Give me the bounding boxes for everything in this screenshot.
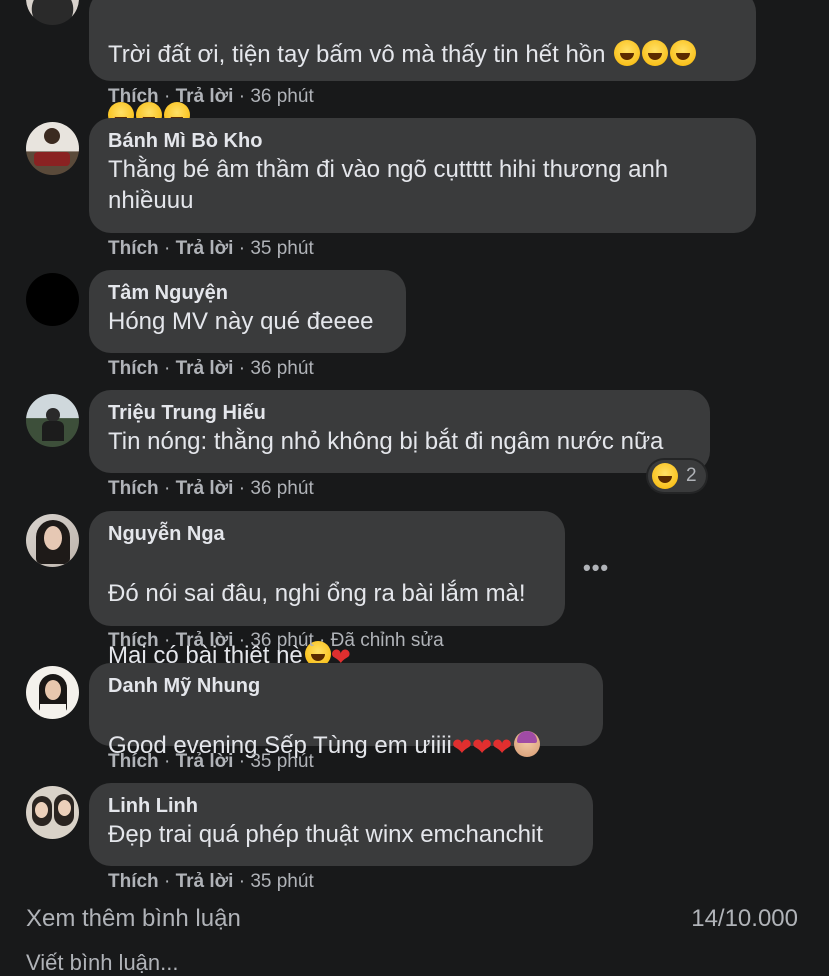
comment-author[interactable]: Danh Mỹ Nhung xyxy=(108,673,583,699)
heart-emoji-icon: ❤ xyxy=(492,734,513,761)
write-comment-input[interactable]: Viết bình luận... xyxy=(26,950,179,976)
avatar[interactable] xyxy=(26,273,79,326)
timestamp[interactable]: 36 phút xyxy=(250,630,313,651)
laughing-reaction-icon xyxy=(652,463,678,489)
timestamp[interactable]: 36 phút xyxy=(250,478,313,499)
comment-bubble: Nguyễn Nga Đó nói sai đâu, nghi ổng ra b… xyxy=(89,511,565,671)
person-emoji-icon xyxy=(514,731,541,757)
laughing-emoji-icon xyxy=(670,40,697,66)
like-button[interactable]: Thích xyxy=(108,358,159,379)
comment-actions: Thích · Trả lời · 35 phút xyxy=(108,238,314,259)
comment-author[interactable]: Nguyễn Nga xyxy=(108,521,545,547)
like-button[interactable]: Thích xyxy=(108,86,159,107)
comment-text: Trời đất ơi, tiện tay bấm vô mà thấy tin… xyxy=(108,8,736,136)
laughing-emoji-icon xyxy=(614,40,641,66)
comment-actions: Thích · Trả lời · 36 phút xyxy=(108,478,314,499)
comment-text: Đó nói sai đâu, nghi ổng ra bài lắm mà! … xyxy=(108,580,526,671)
comment-text: Đẹp trai quá phép thuật winx emchanchit xyxy=(108,821,543,848)
comment-actions: Thích · Trả lời · 36 phút xyxy=(108,86,314,107)
comment-actions: Thích · Trả lời · 35 phút xyxy=(108,871,314,892)
avatar[interactable] xyxy=(26,786,79,839)
comment-bubble: Bánh Mì Bò Kho Thằng bé âm thầm đi vào n… xyxy=(89,118,756,233)
comment-text: Hóng MV này qué đeeee xyxy=(108,308,374,335)
reply-button[interactable]: Trả lời xyxy=(176,630,234,651)
timestamp[interactable]: 35 phút xyxy=(250,238,313,259)
like-button[interactable]: Thích xyxy=(108,630,159,651)
more-options-button[interactable]: ••• xyxy=(583,555,609,581)
heart-emoji-icon: ❤ xyxy=(451,734,472,761)
laughing-emoji-icon xyxy=(642,40,669,66)
reply-button[interactable]: Trả lời xyxy=(176,751,234,772)
reply-button[interactable]: Trả lời xyxy=(176,871,234,892)
like-button[interactable]: Thích xyxy=(108,238,159,259)
timestamp[interactable]: 35 phút xyxy=(250,751,313,772)
like-button[interactable]: Thích xyxy=(108,871,159,892)
comment-bubble: Triệu Trung Hiếu Tin nóng: thằng nhỏ khô… xyxy=(89,390,710,473)
timestamp[interactable]: 36 phút xyxy=(250,358,313,379)
reply-button[interactable]: Trả lời xyxy=(176,86,234,107)
comment-bubble: Danh Mỹ Nhung Good evening Sếp Tùng em ư… xyxy=(89,663,603,761)
comment-author[interactable]: Linh Linh xyxy=(108,793,573,819)
comment-actions: Thích · Trả lời · 36 phút xyxy=(108,358,314,379)
edited-label: Đã chỉnh sửa xyxy=(330,630,444,651)
heart-emoji-icon: ❤ xyxy=(471,734,493,761)
comment-actions: Thích · Trả lời · 36 phút · Đã chỉnh sửa xyxy=(108,630,444,651)
timestamp[interactable]: 36 phút xyxy=(250,86,313,107)
reply-button[interactable]: Trả lời xyxy=(176,358,234,379)
avatar[interactable] xyxy=(26,394,79,447)
comment-bubble: Trời đất ơi, tiện tay bấm vô mà thấy tin… xyxy=(89,0,756,136)
comment-bubble: Tâm Nguyện Hóng MV này qué đeeee xyxy=(89,270,406,353)
comment-author[interactable]: Triệu Trung Hiếu xyxy=(108,400,690,426)
reaction-summary[interactable]: 2 xyxy=(648,460,706,492)
avatar[interactable] xyxy=(26,122,79,175)
avatar[interactable] xyxy=(26,0,79,25)
comment-author[interactable]: Bánh Mì Bò Kho xyxy=(108,128,736,154)
comment-actions: Thích · Trả lời · 35 phút xyxy=(108,751,314,772)
comment-text: Thằng bé âm thầm đi vào ngõ cụttttt hihi… xyxy=(108,156,669,214)
reply-button[interactable]: Trả lời xyxy=(176,238,234,259)
reply-button[interactable]: Trả lời xyxy=(176,478,234,499)
avatar[interactable] xyxy=(26,514,79,567)
like-button[interactable]: Thích xyxy=(108,478,159,499)
comment-count: 14/10.000 xyxy=(691,905,798,932)
comment-author[interactable]: Tâm Nguyện xyxy=(108,280,386,306)
reaction-count: 2 xyxy=(686,465,697,486)
avatar[interactable] xyxy=(26,666,79,719)
view-more-comments-link[interactable]: Xem thêm bình luận xyxy=(26,905,241,933)
like-button[interactable]: Thích xyxy=(108,751,159,772)
timestamp[interactable]: 35 phút xyxy=(250,871,313,892)
comment-bubble: Linh Linh Đẹp trai quá phép thuật winx e… xyxy=(89,783,593,866)
comment-text: Tin nóng: thằng nhỏ không bị bắt đi ngâm… xyxy=(108,428,664,455)
